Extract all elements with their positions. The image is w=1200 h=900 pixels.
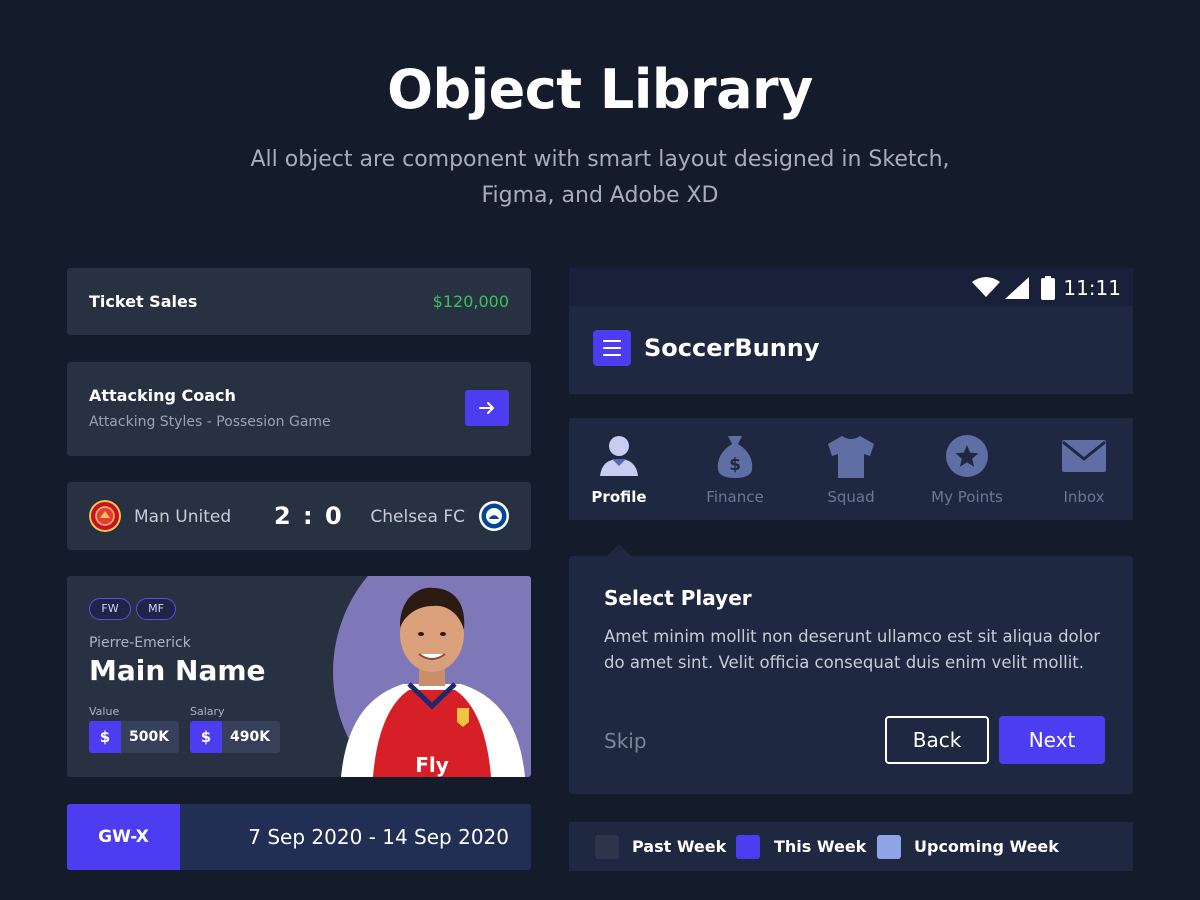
coach-title: Attacking Coach	[89, 386, 236, 405]
money-bag-icon: $	[717, 436, 753, 478]
next-button[interactable]: Next	[999, 716, 1105, 764]
match-score: 2 : 0	[274, 502, 344, 530]
nav-item-finance[interactable]: $ Finance	[677, 418, 793, 520]
profile-icon	[600, 436, 638, 476]
nav-label-finance: Finance	[706, 488, 764, 506]
ticket-sales-card: Ticket Sales $120,000	[67, 268, 531, 335]
nav-label-profile: Profile	[591, 488, 647, 506]
page-subtitle: All object are component with smart layo…	[250, 147, 950, 208]
arrow-right-icon	[479, 402, 494, 414]
star-icon	[946, 435, 988, 477]
status-bar: 11:11	[569, 268, 1133, 306]
skip-button[interactable]: Skip	[604, 729, 647, 753]
match-score-card[interactable]: Man United 2 : 0 Chelsea FC	[67, 482, 531, 550]
home-team-name: Man United	[134, 507, 232, 527]
bottom-nav: Profile $ Finance Squad My Points Inbox	[569, 418, 1133, 520]
value-label: Value	[89, 705, 120, 718]
dialog-title: Select Player	[604, 586, 752, 610]
nav-label-inbox: Inbox	[1063, 488, 1105, 506]
select-player-dialog: Select Player Amet minim mollit non dese…	[569, 556, 1133, 794]
nav-item-profile[interactable]: Profile	[561, 418, 677, 520]
player-main-name: Main Name	[89, 654, 266, 687]
dollar-icon: $	[89, 721, 121, 753]
nav-item-my-points[interactable]: My Points	[909, 418, 1025, 520]
past-week-swatch	[595, 835, 619, 859]
wifi-icon	[972, 276, 1000, 302]
this-week-label: This Week	[774, 837, 867, 856]
position-badge-mf: MF	[136, 598, 176, 620]
gameweek-dates: 7 Sep 2020 - 14 Sep 2020	[248, 825, 509, 849]
week-legend: Past Week This Week Upcoming Week	[569, 822, 1133, 871]
app-name: SoccerBunny	[644, 334, 820, 362]
player-first-name: Pierre-Emerick	[89, 635, 191, 651]
away-team-name: Chelsea FC	[370, 507, 465, 527]
dollar-icon: $	[190, 721, 222, 753]
upcoming-week-swatch	[877, 835, 901, 859]
ticket-sales-value: $120,000	[432, 292, 509, 311]
back-button[interactable]: Back	[885, 716, 989, 764]
position-badge-fw: FW	[89, 598, 131, 620]
home-team-crest-icon	[89, 500, 121, 536]
shirt-sponsor-text: Fly	[415, 753, 449, 777]
upcoming-week-label: Upcoming Week	[914, 837, 1059, 856]
nav-label-squad: Squad	[827, 488, 875, 506]
value-badge: $ 500K	[89, 721, 180, 753]
app-bar: SoccerBunny	[569, 306, 1133, 394]
ticket-sales-label: Ticket Sales	[89, 292, 198, 311]
gameweek-label: GW-X	[67, 804, 180, 870]
battery-icon	[1041, 276, 1055, 304]
status-time: 11:11	[1063, 276, 1121, 300]
open-coach-button[interactable]	[465, 390, 509, 426]
away-team-crest-icon	[478, 500, 510, 536]
nav-item-squad[interactable]: Squad	[793, 418, 909, 520]
player-card[interactable]: FW MF Pierre-Emerick Main Name Value $ 5…	[67, 576, 531, 777]
player-photo: Fly	[333, 576, 531, 777]
past-week-label: Past Week	[632, 837, 727, 856]
signal-icon	[1005, 277, 1029, 303]
dialog-body: Amet minim mollit non deserunt ullamco e…	[604, 627, 1101, 672]
nav-item-inbox[interactable]: Inbox	[1026, 418, 1142, 520]
svg-text:$: $	[729, 455, 741, 475]
nav-label-my-points: My Points	[931, 488, 1003, 506]
coach-card[interactable]: Attacking Coach Attacking Styles - Posse…	[67, 362, 531, 456]
gameweek-card[interactable]: GW-X 7 Sep 2020 - 14 Sep 2020	[67, 804, 531, 870]
salary-badge: $ 490K	[190, 721, 281, 753]
this-week-swatch	[736, 835, 760, 859]
mail-icon	[1062, 440, 1106, 472]
coach-subtitle: Attacking Styles - Possesion Game	[89, 414, 331, 430]
value-amount: 500K	[129, 729, 170, 745]
menu-icon[interactable]	[593, 330, 631, 366]
shirt-icon	[828, 436, 874, 478]
page-title: Object Library	[387, 58, 813, 121]
salary-amount: 490K	[230, 729, 271, 745]
salary-label: Salary	[190, 705, 225, 718]
